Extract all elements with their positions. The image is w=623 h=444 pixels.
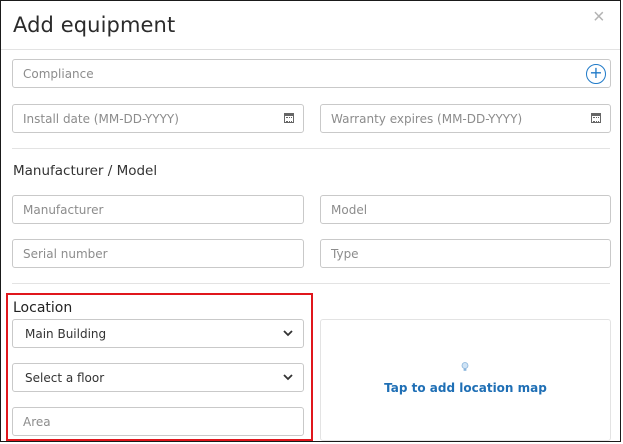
floor-selected-value: Select a floor xyxy=(25,371,105,385)
chevron-down-icon xyxy=(283,374,293,381)
manufacturer-field[interactable]: Manufacturer xyxy=(12,195,304,224)
dialog-title: Add equipment xyxy=(13,13,176,37)
compliance-placeholder: Compliance xyxy=(23,67,94,81)
serial-number-placeholder: Serial number xyxy=(23,247,108,261)
calendar-icon[interactable] xyxy=(284,113,294,123)
add-equipment-dialog: Add equipment × Compliance + Install dat… xyxy=(0,0,621,442)
plus-circle-icon[interactable]: + xyxy=(586,64,606,84)
header-divider xyxy=(1,49,620,50)
close-icon[interactable]: × xyxy=(593,7,605,27)
building-selected-value: Main Building xyxy=(25,327,107,341)
chevron-down-icon xyxy=(283,330,293,337)
calendar-icon[interactable] xyxy=(591,113,601,123)
building-select[interactable]: Main Building xyxy=(12,319,304,348)
location-heading: Location xyxy=(13,300,73,316)
model-field[interactable]: Model xyxy=(320,195,611,224)
install-date-field[interactable]: Install date (MM-DD-YYYY) xyxy=(12,104,304,133)
add-location-map-link[interactable]: Tap to add location map xyxy=(321,381,610,395)
type-placeholder: Type xyxy=(331,247,359,261)
warranty-expires-placeholder: Warranty expires (MM-DD-YYYY) xyxy=(331,112,523,126)
location-map-panel[interactable]: Tap to add location map xyxy=(320,319,611,441)
lightbulb-icon xyxy=(461,362,469,371)
type-field[interactable]: Type xyxy=(320,239,611,268)
floor-select[interactable]: Select a floor xyxy=(12,363,304,392)
warranty-expires-field[interactable]: Warranty expires (MM-DD-YYYY) xyxy=(320,104,611,133)
install-date-placeholder: Install date (MM-DD-YYYY) xyxy=(23,112,179,126)
area-placeholder: Area xyxy=(23,415,51,429)
serial-number-field[interactable]: Serial number xyxy=(12,239,304,268)
area-field[interactable]: Area xyxy=(12,407,304,436)
manufacturer-placeholder: Manufacturer xyxy=(23,203,104,217)
compliance-field[interactable]: Compliance + xyxy=(12,59,611,88)
model-placeholder: Model xyxy=(331,203,368,217)
section-divider xyxy=(12,148,610,149)
section-divider xyxy=(12,283,610,284)
manufacturer-model-heading: Manufacturer / Model xyxy=(13,163,158,179)
